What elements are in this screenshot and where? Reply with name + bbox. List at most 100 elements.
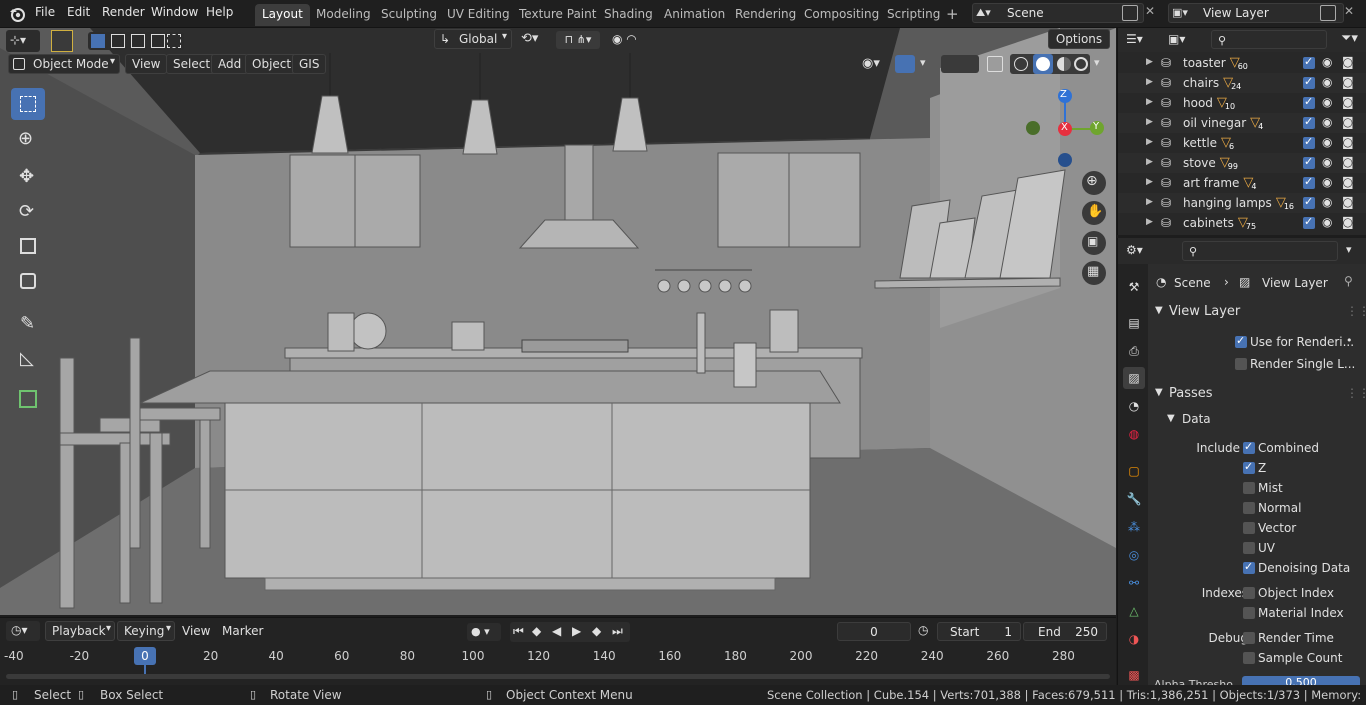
filter-icon[interactable]: ⏷▾	[1341, 31, 1358, 46]
menu-view[interactable]: View	[125, 54, 168, 74]
exclude-checkbox[interactable]	[1303, 55, 1315, 69]
delete-scene-icon[interactable]: ✕	[1145, 4, 1155, 18]
properties-editor-icon[interactable]: ⚙▾	[1126, 243, 1143, 257]
chevron-down-icon[interactable]: ▾	[1094, 56, 1100, 69]
gizmo-toggle-icon[interactable]	[895, 55, 915, 73]
constraints-tab-icon[interactable]: ⚯	[1123, 572, 1145, 594]
visibility-dropdown-icon[interactable]: ◉▾	[862, 56, 880, 71]
outliner-item-name[interactable]: hanging lamps	[1183, 196, 1272, 210]
eye-icon[interactable]: ◉	[1322, 115, 1332, 129]
tab-rendering[interactable]: Rendering	[728, 4, 803, 26]
rotate-tool-button[interactable]: ⟳	[11, 196, 45, 228]
scale-tool-button[interactable]	[11, 231, 45, 263]
solid-shading-button[interactable]	[1033, 54, 1053, 74]
tool-tab-icon[interactable]: ⚒	[1123, 276, 1145, 298]
menu-file[interactable]: File	[35, 5, 55, 19]
invert-selection-icon[interactable]	[151, 34, 165, 48]
view-layer-tab-icon[interactable]: ▨	[1123, 367, 1145, 389]
outliner-row[interactable]: ▶⛁kettle▽6◉◙	[1118, 133, 1366, 153]
outliner-row[interactable]: ▶⛁toaster▽60◉◙	[1118, 53, 1366, 73]
exclude-checkbox[interactable]	[1303, 95, 1315, 109]
outliner-item-name[interactable]: hood	[1183, 96, 1213, 110]
world-tab-icon[interactable]: ◍	[1123, 423, 1145, 445]
eye-icon[interactable]: ◉	[1322, 195, 1332, 209]
include-pass-checkbox[interactable]	[1243, 482, 1255, 494]
exclude-checkbox[interactable]	[1303, 195, 1315, 209]
overlay-toggle-icon[interactable]	[941, 55, 979, 73]
new-view-layer-icon[interactable]	[1320, 5, 1336, 21]
menu-render[interactable]: Render	[102, 5, 145, 19]
intersect-selection-icon[interactable]	[167, 34, 181, 48]
xray-toggle-icon[interactable]	[987, 56, 1003, 72]
tab-sculpting[interactable]: Sculpting	[374, 4, 444, 26]
exclude-checkbox[interactable]	[1303, 175, 1315, 189]
blender-logo-icon[interactable]	[8, 5, 26, 23]
expand-arrow-icon[interactable]: ▶	[1146, 117, 1153, 127]
expand-arrow-icon[interactable]: ▶	[1146, 157, 1153, 167]
animate-property-icon[interactable]: •	[1346, 334, 1353, 347]
outliner-search-input[interactable]: ⚲	[1211, 30, 1327, 49]
particles-tab-icon[interactable]: ⁂	[1123, 516, 1145, 538]
render-camera-icon[interactable]: ◙	[1342, 55, 1354, 69]
view-layer-panel-header[interactable]: ▼ View Layer ⋮⋮	[1150, 302, 1366, 322]
view-layer-selector[interactable]: View Layer	[1168, 3, 1344, 23]
eye-icon[interactable]: ◉	[1322, 215, 1332, 229]
exclude-checkbox[interactable]	[1303, 215, 1315, 229]
extend-selection-icon[interactable]	[111, 34, 125, 48]
outliner-item-name[interactable]: oil vinegar	[1183, 116, 1246, 130]
chevron-down-icon[interactable]: ▾	[1346, 243, 1352, 256]
tab-modeling[interactable]: Modeling	[309, 4, 378, 26]
move-tool-button[interactable]: ✥	[11, 161, 45, 193]
include-pass-checkbox[interactable]	[1243, 460, 1255, 474]
outliner-row[interactable]: ▶⛁cabinets▽75◉◙	[1118, 213, 1366, 233]
eye-icon[interactable]: ◉	[1322, 95, 1332, 109]
expand-arrow-icon[interactable]: ▶	[1146, 177, 1153, 187]
wireframe-shading-icon[interactable]	[1014, 57, 1028, 71]
transform-tool-button[interactable]	[11, 266, 45, 298]
menu-help[interactable]: Help	[206, 5, 233, 19]
display-mode-icon[interactable]: ▣▾	[1168, 32, 1185, 46]
render-camera-icon[interactable]: ◙	[1342, 155, 1354, 169]
eye-icon[interactable]: ◉	[1322, 135, 1332, 149]
perspective-toggle-button[interactable]: ▦	[1082, 261, 1106, 285]
menu-edit[interactable]: Edit	[67, 5, 90, 19]
outliner-row[interactable]: ▶⛁oil vinegar▽4◉◙	[1118, 113, 1366, 133]
render-camera-icon[interactable]: ◙	[1342, 215, 1354, 229]
debug-pass-checkbox[interactable]	[1243, 652, 1255, 664]
debug-pass-checkbox[interactable]	[1243, 632, 1255, 644]
render-camera-icon[interactable]: ◙	[1342, 75, 1354, 89]
include-pass-checkbox[interactable]	[1243, 440, 1255, 454]
render-camera-icon[interactable]: ◙	[1342, 195, 1354, 209]
data-tab-icon[interactable]: △	[1123, 600, 1145, 622]
expand-arrow-icon[interactable]: ▶	[1146, 77, 1153, 87]
include-pass-checkbox[interactable]	[1243, 542, 1255, 554]
index-pass-checkbox[interactable]	[1243, 587, 1255, 599]
outliner-item-name[interactable]: cabinets	[1183, 216, 1234, 230]
add-workspace-icon[interactable]: +	[946, 5, 959, 23]
render-camera-icon[interactable]: ◙	[1342, 95, 1354, 109]
cursor-tool-button[interactable]: ⊕	[11, 122, 45, 154]
drag-handle-icon[interactable]: ⋮⋮	[1346, 386, 1366, 400]
tab-texture-paint[interactable]: Texture Paint	[512, 4, 603, 26]
material-preview-icon[interactable]	[1057, 57, 1071, 71]
camera-view-button[interactable]: ▣	[1082, 231, 1106, 255]
tab-shading[interactable]: Shading	[597, 4, 660, 26]
shading-mode-buttons[interactable]	[1010, 54, 1090, 74]
eye-icon[interactable]: ◉	[1322, 75, 1332, 89]
selection-mode-buttons[interactable]	[88, 32, 184, 50]
outliner-editor-icon[interactable]: ☰▾	[1126, 32, 1143, 46]
select-box-tool-icon[interactable]	[51, 30, 73, 52]
render-camera-icon[interactable]: ◙	[1342, 175, 1354, 189]
add-cube-tool-button[interactable]	[11, 383, 45, 415]
outliner-item-name[interactable]: art frame	[1183, 176, 1239, 190]
outliner-item-name[interactable]: toaster	[1183, 56, 1226, 70]
select-tool-button[interactable]	[11, 88, 45, 120]
menu-window[interactable]: Window	[151, 5, 198, 19]
outliner-row[interactable]: ▶⛁hood▽10◉◙	[1118, 93, 1366, 113]
tab-scripting[interactable]: Scripting	[880, 4, 947, 26]
use-for-rendering-checkbox[interactable]	[1235, 334, 1247, 348]
render-tab-icon[interactable]: ▤	[1123, 312, 1145, 334]
pan-button[interactable]: ✋	[1082, 201, 1106, 225]
outliner-row[interactable]: ▶⛁chairs▽24◉◙	[1118, 73, 1366, 93]
scene-selector[interactable]: Scene	[972, 3, 1144, 23]
